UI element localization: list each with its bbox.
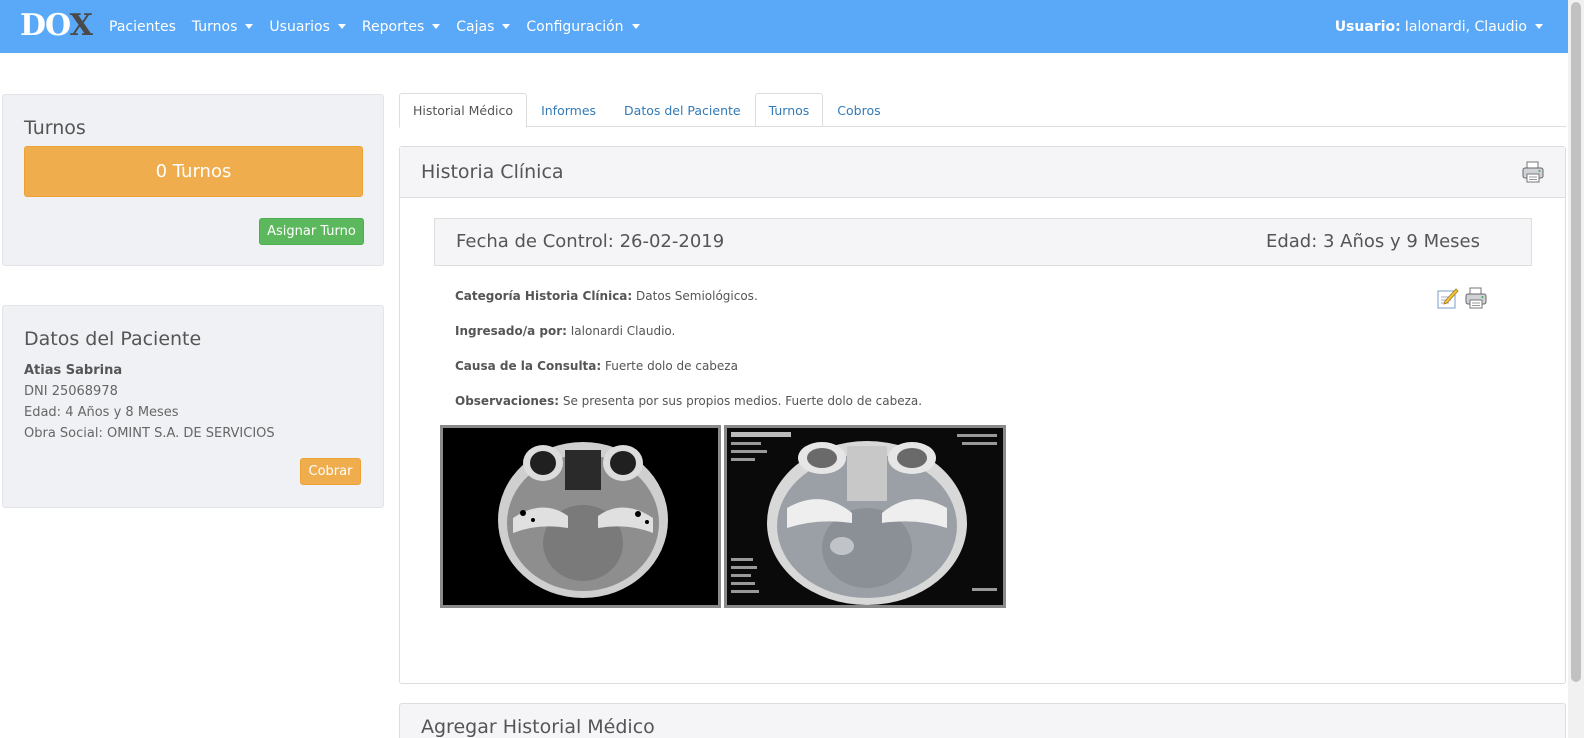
- record-entered-by: Ingresado/a por: Ialonardi Claudio.: [455, 324, 675, 338]
- caret-down-icon: [631, 24, 640, 29]
- turnos-panel-title: Turnos: [24, 117, 86, 139]
- patient-panel-title: Datos del Paciente: [24, 328, 202, 350]
- user-menu[interactable]: Usuario: Ialonardi, Claudio: [1335, 0, 1543, 53]
- ct-scan-image-1[interactable]: [440, 425, 721, 608]
- user-label: Usuario:: [1334, 18, 1401, 35]
- charge-button[interactable]: Cobrar: [300, 458, 361, 485]
- record-category-key: Categoría Historia Clínica:: [455, 289, 633, 303]
- nav-pacientes-label: Pacientes: [109, 18, 176, 35]
- record-date: Fecha de Control: 26-02-2019: [456, 231, 725, 252]
- tab-historial-medico[interactable]: Historial Médico: [399, 93, 528, 128]
- patient-age: Edad: 4 Años y 8 Meses: [24, 405, 179, 420]
- brand-logo[interactable]: DOX: [20, 8, 93, 43]
- ct-scan-image-2[interactable]: [724, 425, 1006, 608]
- history-panel-header: Historia Clínica: [400, 147, 1565, 198]
- turnos-panel: Turnos 0 Turnos Asignar Turno: [2, 94, 384, 266]
- add-history-title: Agregar Historial Médico: [421, 716, 655, 738]
- nav-cajas[interactable]: Cajas: [448, 19, 518, 35]
- caret-down-icon: [432, 24, 441, 29]
- record-category: Categoría Historia Clínica: Datos Semiol…: [455, 289, 758, 303]
- nav-reportes[interactable]: Reportes: [354, 19, 448, 35]
- record-observations: Observaciones: Se presenta por sus propi…: [455, 394, 922, 408]
- scrollbar-thumb[interactable]: [1571, 2, 1581, 682]
- main-nav: Pacientes Turnos Usuarios Reportes Cajas…: [101, 0, 648, 53]
- brand-logo-accent: X: [69, 8, 93, 43]
- nav-turnos-label: Turnos: [191, 18, 238, 35]
- record-obs-value: Se presenta por sus propios medios. Fuer…: [562, 394, 923, 408]
- history-panel-title: Historia Clínica: [421, 161, 564, 183]
- nav-configuracion-label: Configuración: [526, 18, 624, 35]
- printer-icon[interactable]: [1464, 286, 1488, 310]
- user-name: Ialonardi, Claudio: [1404, 18, 1527, 35]
- turnos-count-button[interactable]: 0 Turnos: [24, 146, 363, 197]
- caret-down-icon: [245, 24, 254, 29]
- top-navbar: DOX Pacientes Turnos Usuarios Reportes C…: [0, 0, 1568, 53]
- record-cause-key: Causa de la Consulta:: [455, 359, 602, 373]
- caret-down-icon: [337, 24, 346, 29]
- nav-usuarios[interactable]: Usuarios: [261, 19, 354, 35]
- record-age: Edad: 3 Años y 9 Meses: [1265, 231, 1480, 252]
- record-entered-key: Ingresado/a por:: [455, 324, 567, 338]
- brand-logo-main: DO: [20, 8, 71, 43]
- record-header: Fecha de Control: 26-02-2019 Edad: 3 Año…: [434, 218, 1532, 266]
- caret-down-icon: [502, 24, 511, 29]
- tab-cobros[interactable]: Cobros: [823, 93, 894, 127]
- record-obs-key: Observaciones:: [455, 394, 560, 408]
- vertical-scrollbar[interactable]: [1568, 0, 1584, 738]
- patient-dni: DNI 25068978: [24, 384, 118, 399]
- nav-usuarios-label: Usuarios: [269, 18, 330, 35]
- tab-informes[interactable]: Informes: [527, 93, 610, 127]
- patient-panel: Datos del Paciente Atias Sabrina DNI 250…: [2, 305, 384, 508]
- patient-tabs: Historial Médico Informes Datos del Paci…: [399, 93, 1566, 128]
- record-entered-value: Ialonardi Claudio.: [570, 324, 676, 338]
- printer-icon[interactable]: [1521, 160, 1545, 184]
- nav-turnos[interactable]: Turnos: [184, 19, 262, 35]
- patient-insurance: Obra Social: OMINT S.A. DE SERVICIOS: [24, 426, 275, 441]
- nav-reportes-label: Reportes: [361, 18, 425, 35]
- patient-name: Atias Sabrina: [24, 363, 123, 378]
- tab-datos-paciente[interactable]: Datos del Paciente: [610, 93, 755, 127]
- history-panel: Historia Clínica Fecha de Control: 26-02…: [399, 146, 1566, 684]
- caret-down-icon: [1535, 24, 1543, 29]
- add-history-panel: Agregar Historial Médico: [399, 703, 1566, 738]
- record-actions: [1436, 286, 1488, 310]
- edit-note-icon[interactable]: [1436, 286, 1460, 310]
- nav-configuracion[interactable]: Configuración: [518, 19, 647, 35]
- patient-info: Atias Sabrina DNI 25068978 Edad: 4 Años …: [24, 360, 275, 444]
- record-category-value: Datos Semiológicos.: [636, 289, 758, 303]
- record-cause-value: Fuerte dolo de cabeza: [605, 359, 738, 373]
- assign-turno-button[interactable]: Asignar Turno: [259, 218, 364, 245]
- nav-pacientes[interactable]: Pacientes: [101, 19, 184, 35]
- record-cause: Causa de la Consulta: Fuerte dolo de cab…: [455, 359, 738, 373]
- tab-turnos[interactable]: Turnos: [754, 93, 824, 127]
- nav-cajas-label: Cajas: [456, 18, 495, 35]
